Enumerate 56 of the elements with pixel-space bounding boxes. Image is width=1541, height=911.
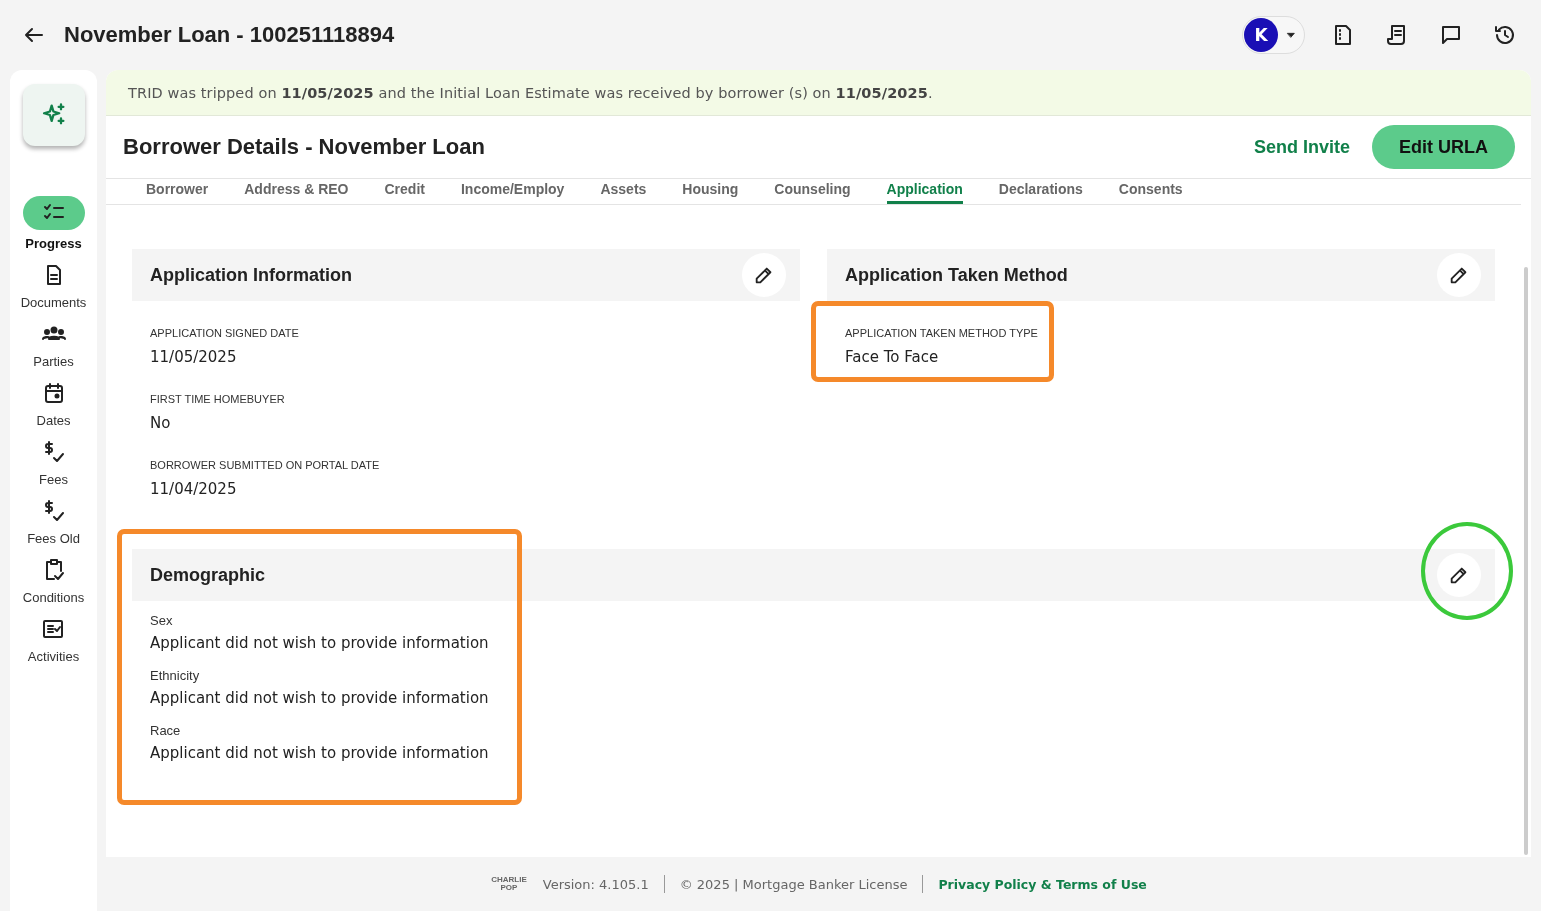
checklist-box-icon	[41, 617, 66, 641]
section-title: Demographic	[150, 564, 266, 586]
user-avatar: K	[1244, 18, 1278, 52]
tab[interactable]: Consents	[1118, 179, 1183, 204]
caret-icon	[1286, 30, 1296, 40]
sidebar-item[interactable]: Documents	[20, 263, 87, 310]
notice-banner: TRID was tripped on 11/05/2025 and the Initial Loan Estimate was received by borrower (s) on 11/05/2025.	[106, 70, 1531, 116]
tab[interactable]: Assets	[600, 179, 647, 204]
company-logo: CHARLIE POP	[491, 876, 527, 892]
tab[interactable]: Application	[886, 179, 963, 204]
section-title: Application Taken Method	[845, 264, 1068, 286]
edit-urla-button[interactable]: Edit URLA	[1372, 125, 1515, 169]
field-value: 11/05/2025	[150, 348, 238, 366]
edit-button[interactable]	[1437, 253, 1481, 297]
tab[interactable]: Declarations	[998, 179, 1083, 204]
chat-button[interactable]	[1439, 23, 1463, 47]
sidebar-item[interactable]: Parties	[33, 322, 74, 369]
field-label: Ethnicity	[150, 668, 201, 683]
sidebar-item[interactable]: Activities	[27, 617, 80, 664]
sidebar-item[interactable]: Fees Old	[27, 499, 80, 546]
tab[interactable]: Counseling	[774, 179, 851, 204]
privacy-link[interactable]: Privacy Policy & Terms of Use	[938, 876, 1147, 892]
history-icon	[1493, 23, 1517, 47]
loan-title: November Loan - 100251118894	[64, 22, 396, 48]
field-label: Sex	[150, 613, 174, 628]
tab[interactable]: Address & REO	[244, 179, 349, 204]
field-value: Applicant did not wish to provide information	[150, 634, 489, 652]
tab[interactable]: Credit	[384, 179, 425, 204]
copyright-text: © 2025 | Mortgage Banker License	[679, 876, 908, 892]
page-title: Borrower Details - November Loan	[123, 134, 486, 160]
assistant-button[interactable]	[22, 84, 85, 146]
tab[interactable]: Income/Employ	[460, 179, 565, 204]
tab[interactable]: Borrower	[146, 179, 209, 204]
edit-button[interactable]	[1437, 553, 1481, 597]
field-label: APPLICATION SIGNED DATE	[150, 327, 300, 339]
sidebar-item[interactable]: Conditions	[22, 558, 85, 605]
chat-icon	[1439, 23, 1463, 47]
edit-button[interactable]	[742, 253, 786, 297]
scrollbar[interactable]	[1524, 267, 1528, 855]
history-button[interactable]	[1493, 23, 1517, 47]
field-label: APPLICATION TAKEN METHOD TYPE	[845, 327, 1038, 339]
field-label: Race	[150, 723, 182, 738]
field-value: 11/04/2025	[150, 480, 238, 498]
field-value: No	[150, 414, 172, 432]
section-title: Application Information	[150, 264, 352, 286]
field-value: Applicant did not wish to provide information	[150, 744, 489, 762]
user-menu[interactable]: K	[1242, 16, 1305, 54]
sidebar-item[interactable]: Dates	[36, 381, 71, 428]
field-label: BORROWER SUBMITTED ON PORTAL DATE	[150, 459, 380, 471]
tab[interactable]: Housing	[682, 179, 739, 204]
field-label: FIRST TIME HOMEBUYER	[150, 393, 286, 405]
send-invite-link[interactable]: Send Invite	[1253, 136, 1350, 158]
version-text: Version: 4.105.1	[542, 876, 649, 892]
sidebar-item[interactable]: Fees	[39, 440, 68, 487]
field-value: Face To Face	[845, 348, 940, 366]
field-value: Applicant did not wish to provide information	[150, 689, 489, 707]
